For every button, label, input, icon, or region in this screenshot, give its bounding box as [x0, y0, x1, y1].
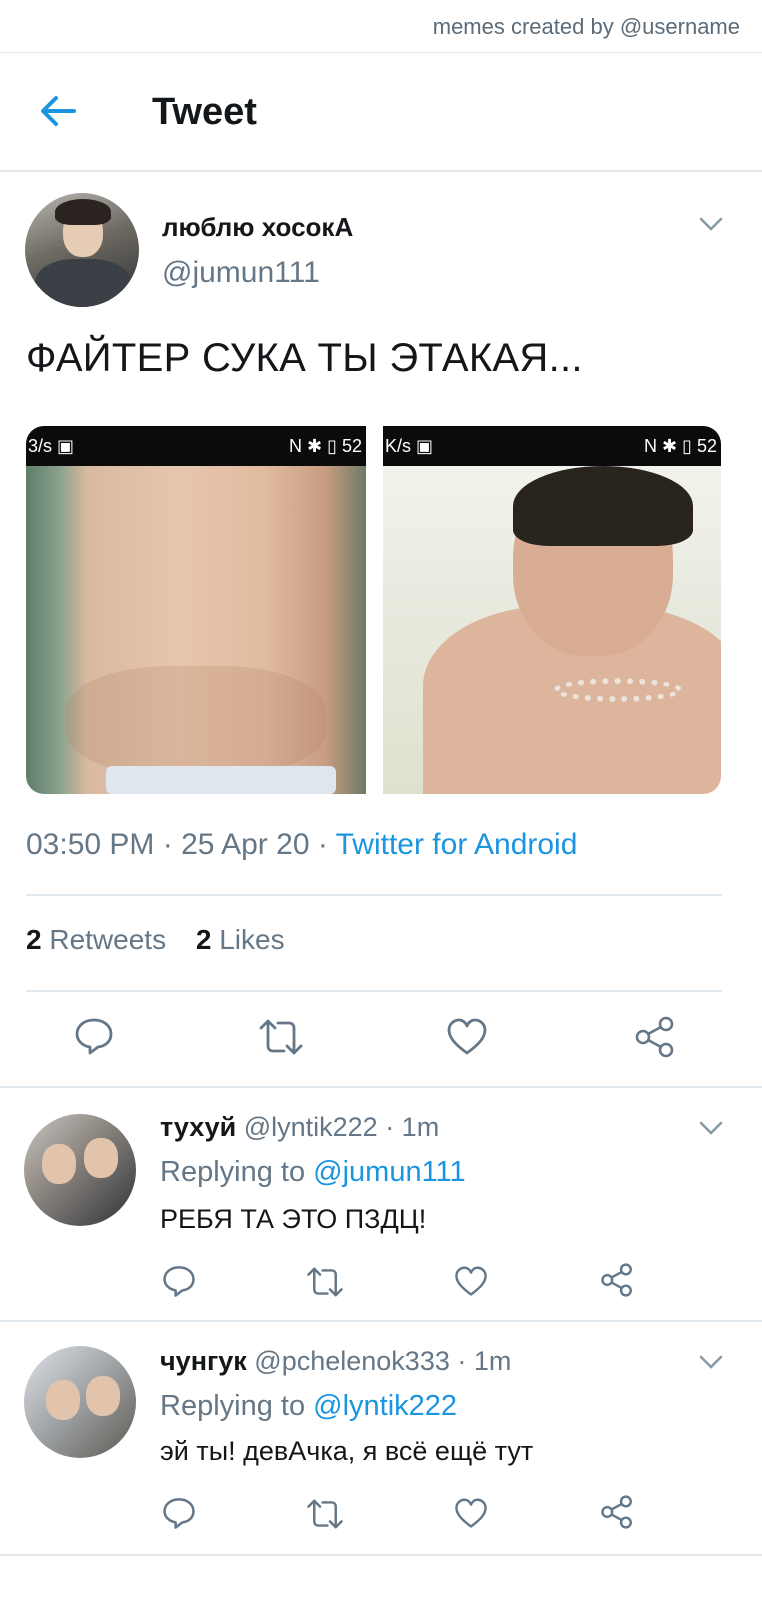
reply-text: РЕБЯ ТА ЭТО ПЗДЦ! [160, 1204, 427, 1234]
chevron-down-icon [699, 1121, 723, 1135]
like-button[interactable] [454, 1266, 488, 1297]
photo-waistband [106, 766, 336, 794]
reply-icon [75, 1018, 113, 1055]
stats-divider [26, 990, 722, 992]
reply-avatar[interactable] [24, 1114, 136, 1226]
share-icon [601, 1263, 632, 1297]
author-name[interactable]: люблю хосокА [162, 212, 353, 243]
back-button[interactable] [36, 89, 80, 133]
photo-statusbar: K/s ▣ N ✱ ▯ 52 [383, 426, 721, 466]
reply-handle-time: @pchelenok333 · 1m [254, 1346, 512, 1376]
tweet-header: Tweet [0, 53, 762, 171]
like-button[interactable] [454, 1498, 488, 1529]
replying-to-handle[interactable]: @lyntik222 [313, 1390, 457, 1422]
avatar-face [86, 1376, 120, 1416]
share-icon [635, 1016, 674, 1058]
share-button[interactable] [600, 1495, 634, 1529]
retweet-button[interactable] [258, 1018, 304, 1056]
author-handle[interactable]: @jumun111 [162, 256, 320, 290]
likes-stat[interactable]: 2 Likes [196, 924, 285, 955]
like-icon [455, 1266, 487, 1296]
page-title: Tweet [152, 91, 257, 133]
retweet-button[interactable] [306, 1266, 344, 1298]
reply-text: эй ты! девАчка, я всё ещё тут [160, 1436, 534, 1466]
share-icon [601, 1495, 632, 1529]
statusbar-right-text: N ✱ ▯ 52 [288, 436, 362, 456]
reply-header: чунгук @pchelenok333 · 1m [160, 1346, 511, 1377]
tweet-menu-button[interactable] [696, 212, 726, 236]
replying-to: Replying to @lyntik222 [160, 1390, 457, 1423]
reply-header: тухуй @lyntik222 · 1m [160, 1112, 439, 1143]
retweets-stat[interactable]: 2 Retweets [26, 924, 166, 955]
reply-divider [0, 1320, 762, 1322]
photo-necklace [553, 678, 683, 702]
avatar-face [46, 1380, 80, 1420]
reply-menu-button[interactable] [696, 1116, 726, 1140]
chevron-down-icon [699, 1355, 723, 1369]
tweet-text: ФАЙТЕР СУКА ТЫ ЭТАКАЯ... [26, 336, 583, 380]
retweets-label: Retweets [49, 924, 167, 955]
reply-divider [0, 1554, 762, 1556]
likes-count: 2 [195, 924, 212, 955]
reply-icon [163, 1266, 195, 1297]
avatar-face [84, 1138, 118, 1178]
photo-image [26, 466, 366, 794]
reply-author-name[interactable]: тухуй [160, 1112, 236, 1142]
retweets-count: 2 [26, 924, 42, 955]
retweet-icon [307, 1267, 343, 1297]
avatar-face [42, 1144, 76, 1184]
reply-button[interactable] [74, 1016, 114, 1056]
header-divider [0, 170, 762, 172]
likes-label: Likes [219, 924, 285, 955]
replying-to-handle[interactable]: @jumun111 [313, 1156, 466, 1188]
tweet-stats: 2 Retweets 2 Likes [26, 924, 285, 956]
tweet-photo-2[interactable]: K/s ▣ N ✱ ▯ 52 [383, 426, 721, 794]
back-arrow-icon [41, 96, 76, 126]
replying-to: Replying to @jumun111 [160, 1156, 466, 1189]
tweet-timestamp: 03:50 PM · 25 Apr 20 · Twitter for Andro… [26, 828, 577, 862]
author-avatar[interactable] [25, 193, 139, 307]
like-icon [447, 1018, 487, 1055]
reply-handle-time: @lyntik222 · 1m [243, 1112, 440, 1142]
photo-statusbar: 3/s ▣ N ✱ ▯ 52 [26, 426, 366, 466]
like-icon [455, 1498, 487, 1528]
photo-shading [66, 666, 326, 776]
actions-divider [0, 1086, 762, 1088]
retweet-icon [307, 1499, 343, 1529]
avatar-body [35, 259, 131, 307]
like-button[interactable] [446, 1018, 488, 1056]
reply-author-name[interactable]: чунгук [160, 1346, 247, 1376]
statusbar-left-text: 3/s ▣ [28, 436, 75, 456]
chevron-down-icon [699, 217, 723, 231]
reply-icon [163, 1498, 195, 1529]
replying-prefix: Replying to [160, 1156, 314, 1188]
source-link[interactable]: Twitter for Android [336, 828, 578, 861]
statusbar-right-text: N ✱ ▯ 52 [643, 436, 717, 456]
reply-menu-button[interactable] [696, 1350, 726, 1374]
share-button[interactable] [634, 1016, 676, 1058]
time-date: 03:50 PM · 25 Apr 20 · [26, 828, 336, 861]
meta-divider [26, 894, 722, 896]
photo-hair [513, 466, 693, 546]
tweet-photo-1[interactable]: 3/s ▣ N ✱ ▯ 52 [26, 426, 366, 794]
retweet-icon [259, 1019, 303, 1055]
reply-button[interactable] [162, 1496, 196, 1530]
replying-prefix: Replying to [160, 1390, 314, 1422]
watermark-text: memes created by @username [432, 14, 740, 39]
photo-image [383, 466, 721, 794]
share-button[interactable] [600, 1263, 634, 1297]
reply-button[interactable] [162, 1264, 196, 1298]
statusbar-left-text: K/s ▣ [385, 436, 434, 456]
reply-avatar[interactable] [24, 1346, 136, 1458]
retweet-button[interactable] [306, 1498, 344, 1530]
avatar-hair [55, 199, 111, 225]
